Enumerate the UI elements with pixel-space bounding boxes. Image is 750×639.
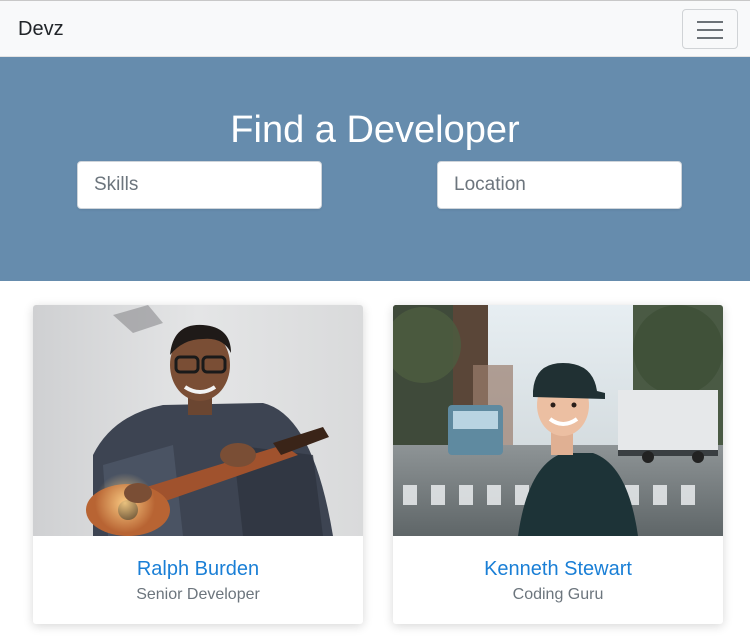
skills-input[interactable] (77, 161, 322, 209)
brand-link[interactable]: Devz (18, 17, 64, 41)
developer-card[interactable]: Ralph Burden Senior Developer (33, 305, 363, 624)
developer-role: Senior Developer (136, 586, 260, 603)
developer-role: Coding Guru (512, 586, 604, 603)
developer-name-link[interactable]: Kenneth Stewart (393, 557, 723, 581)
developer-photo (33, 305, 363, 536)
navbar-toggler-button[interactable] (682, 9, 738, 49)
developer-card[interactable]: Kenneth Stewart Coding Guru (393, 305, 723, 624)
navbar: Devz (0, 0, 750, 57)
page-title: Find a Developer (230, 109, 520, 151)
search-hero: Find a Developer (0, 57, 750, 281)
location-input[interactable] (437, 161, 682, 209)
developer-photo (393, 305, 723, 536)
developer-name-link[interactable]: Ralph Burden (33, 557, 363, 581)
